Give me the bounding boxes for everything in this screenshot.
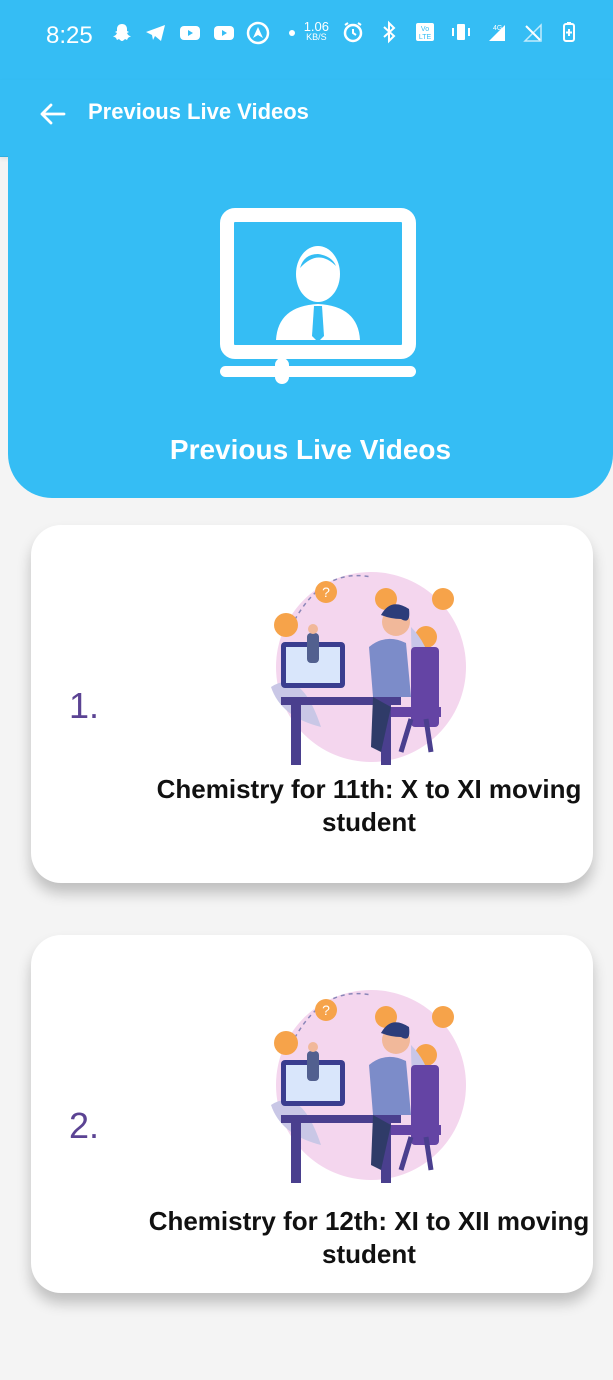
svg-text:?: ? (322, 584, 330, 600)
student-illustration: ? (271, 990, 466, 1183)
video-title: Chemistry for 12th: XI to XII moving stu… (148, 1206, 590, 1269)
volte-icon: VoLTE (416, 23, 434, 41)
battery-icon (563, 22, 575, 42)
network-speed-unit: KB/S (306, 32, 327, 42)
snapchat-icon (113, 24, 131, 41)
video-card[interactable]: 2. ? Chemistry for 12th: XI to XII movin… (31, 935, 593, 1293)
svg-text:?: ? (322, 1002, 330, 1018)
youtube-icon (180, 26, 200, 40)
status-time: 8:25 (46, 22, 93, 49)
youtube-icon (214, 26, 234, 40)
network-speed-value: 1.06 (303, 19, 329, 34)
svg-text:LTE: LTE (419, 34, 432, 41)
student-illustration: ? (271, 572, 466, 765)
app-bar-title: Previous Live Videos (88, 99, 309, 124)
hero-title: Previous Live Videos (169, 434, 452, 465)
video-number: 2. (69, 1105, 100, 1146)
status-bar: 8:25 1.06 KB/S Vo LTE 4G (0, 0, 613, 80)
network-speed: 1.06 KB/S (303, 19, 329, 43)
status-system-icons: 1.06 KB/S Vo LTE 4G (304, 20, 581, 44)
back-button[interactable] (32, 94, 72, 134)
status-notification-icons (110, 21, 304, 45)
svg-text:4G: 4G (493, 25, 502, 32)
video-title: Chemistry for 11th: X to XI moving stude… (156, 774, 582, 837)
dot-icon (289, 30, 295, 36)
app-bar: Previous Live Videos (0, 80, 613, 157)
video-card[interactable]: 1. ? Chemistry for 11th: X to XI moving … (31, 525, 593, 883)
hero-banner: Previous Live Videos (8, 156, 613, 498)
video-lecture-icon (220, 208, 416, 384)
alarm-icon (343, 22, 363, 43)
telegram-icon (146, 25, 165, 41)
arrow-left-icon (40, 103, 66, 125)
svg-text:Vo: Vo (421, 26, 429, 33)
no-signal-icon (523, 23, 542, 42)
signal-4g-icon: 4G (489, 25, 505, 41)
video-number: 1. (69, 685, 100, 726)
bluetooth-icon (383, 20, 396, 44)
vibrate-icon (452, 24, 470, 40)
maps-icon (246, 21, 270, 45)
